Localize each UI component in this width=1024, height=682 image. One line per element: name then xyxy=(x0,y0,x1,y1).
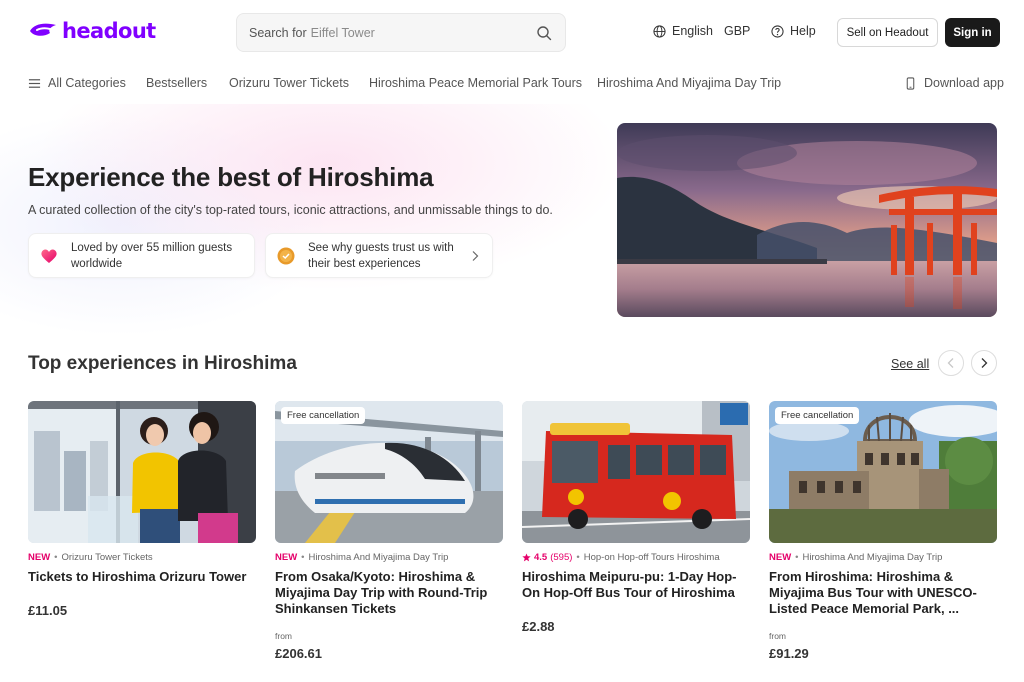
card-price: £2.88 xyxy=(522,619,555,634)
experience-card[interactable]: Free cancellation NEW • Hiroshima And Mi… xyxy=(769,401,997,661)
globe-icon xyxy=(653,24,666,38)
rating-value: 4.5 xyxy=(534,552,548,563)
chevron-right-icon xyxy=(472,251,479,261)
menu-icon xyxy=(28,78,41,88)
card-meta: 4.5 (595) • Hop-on Hop-off Tours Hiroshi… xyxy=(522,552,750,563)
price-from-label: from xyxy=(769,631,786,641)
price-from-label: from xyxy=(275,631,292,641)
search-label: Search for xyxy=(249,25,307,40)
phone-icon xyxy=(906,76,915,90)
search-input[interactable]: Search for Eiffel Tower xyxy=(236,13,566,52)
nav-peace-memorial-park-tours[interactable]: Hiroshima Peace Memorial Park Tours xyxy=(369,76,582,90)
sign-in-button[interactable]: Sign in xyxy=(945,18,1000,47)
card-category: Hiroshima And Miyajima Day Trip xyxy=(802,552,943,563)
search-icon[interactable] xyxy=(536,25,552,41)
experience-image: Free cancellation xyxy=(275,401,503,543)
star-icon xyxy=(522,553,531,562)
experience-card[interactable]: Free cancellation NEW • Hiroshima And Mi… xyxy=(275,401,503,661)
currency-selector[interactable]: GBP xyxy=(724,24,750,38)
download-app-link[interactable]: Download app xyxy=(904,76,1004,90)
rating-count: (595) xyxy=(550,552,573,563)
card-title[interactable]: Tickets to Hiroshima Orizuru Tower xyxy=(28,569,256,585)
card-title[interactable]: Hiroshima Meipuru-pu: 1-Day Hop-On Hop-O… xyxy=(522,569,750,601)
separator-dot: • xyxy=(54,552,58,563)
new-badge: NEW xyxy=(28,552,51,563)
download-app-label: Download app xyxy=(924,76,1004,90)
nav-orizuru-tower-tickets[interactable]: Orizuru Tower Tickets xyxy=(229,76,349,90)
logo-text: headout xyxy=(62,19,156,43)
language-label: English xyxy=(672,24,713,38)
free-cancellation-badge: Free cancellation xyxy=(281,407,366,424)
language-selector[interactable]: English xyxy=(653,24,713,38)
card-meta: NEW • Orizuru Tower Tickets xyxy=(28,552,256,563)
medal-icon xyxy=(277,247,295,264)
sell-on-headout-button[interactable]: Sell on Headout xyxy=(837,18,938,47)
header: headout Search for Eiffel Tower English … xyxy=(0,0,1024,64)
card-title[interactable]: From Hiroshima: Hiroshima & Miyajima Bus… xyxy=(769,569,997,617)
separator-dot: • xyxy=(795,552,799,563)
free-cancellation-badge: Free cancellation xyxy=(775,407,860,424)
trust-card-guests: Loved by over 55 million guests worldwid… xyxy=(28,233,255,278)
trust-text: See why guests trust us with their best … xyxy=(308,241,454,270)
help-icon xyxy=(771,24,784,38)
new-badge: NEW xyxy=(769,552,792,563)
card-title[interactable]: From Osaka/Kyoto: Hiroshima & Miyajima D… xyxy=(275,569,503,617)
experience-image xyxy=(522,401,750,543)
trust-card-reviews[interactable]: See why guests trust us with their best … xyxy=(265,233,493,278)
carousel-next-button[interactable] xyxy=(971,350,997,376)
experience-card[interactable]: NEW • Orizuru Tower Tickets Tickets to H… xyxy=(28,401,256,618)
separator-dot: • xyxy=(576,552,580,563)
separator-dot: • xyxy=(301,552,305,563)
page-title: Experience the best of Hiroshima xyxy=(28,162,434,192)
hero-image-itsukushima-torii xyxy=(617,123,997,317)
nav-all-categories[interactable]: All Categories xyxy=(28,76,126,90)
see-all-link[interactable]: See all xyxy=(891,357,929,371)
card-category: Hiroshima And Miyajima Day Trip xyxy=(308,552,449,563)
card-price: £206.61 xyxy=(275,646,322,661)
nav-item-label: All Categories xyxy=(48,76,126,90)
card-meta: NEW • Hiroshima And Miyajima Day Trip xyxy=(769,552,997,563)
currency-label: GBP xyxy=(724,24,751,38)
experience-card[interactable]: 4.5 (595) • Hop-on Hop-off Tours Hiroshi… xyxy=(522,401,750,634)
card-price: £11.05 xyxy=(28,603,68,618)
trust-text: Loved by over 55 million guests worldwid… xyxy=(71,241,233,270)
carousel-prev-button[interactable] xyxy=(938,350,964,376)
help-label: Help xyxy=(790,24,816,38)
card-category: Hop-on Hop-off Tours Hiroshima xyxy=(583,552,720,563)
nav-miyajima-day-trip[interactable]: Hiroshima And Miyajima Day Trip xyxy=(597,76,781,90)
section-title: Top experiences in Hiroshima xyxy=(28,353,297,374)
card-meta: NEW • Hiroshima And Miyajima Day Trip xyxy=(275,552,503,563)
heart-icon xyxy=(41,249,57,263)
chevron-left-icon xyxy=(947,358,954,368)
headout-logo[interactable]: headout xyxy=(28,19,156,43)
category-nav: All Categories Bestsellers Orizuru Tower… xyxy=(0,64,1024,102)
new-badge: NEW xyxy=(275,552,298,563)
experience-image xyxy=(28,401,256,543)
hero-subtitle: A curated collection of the city's top-r… xyxy=(28,203,553,217)
card-category: Orizuru Tower Tickets xyxy=(61,552,153,563)
rating: 4.5 xyxy=(522,552,547,563)
nav-bestsellers[interactable]: Bestsellers xyxy=(146,76,207,90)
help-link[interactable]: Help xyxy=(771,24,816,38)
headout-logo-icon xyxy=(30,23,56,36)
chevron-right-icon xyxy=(981,358,988,368)
search-hint: Eiffel Tower xyxy=(310,25,375,40)
experience-image: Free cancellation xyxy=(769,401,997,543)
card-price: £91.29 xyxy=(769,646,809,661)
